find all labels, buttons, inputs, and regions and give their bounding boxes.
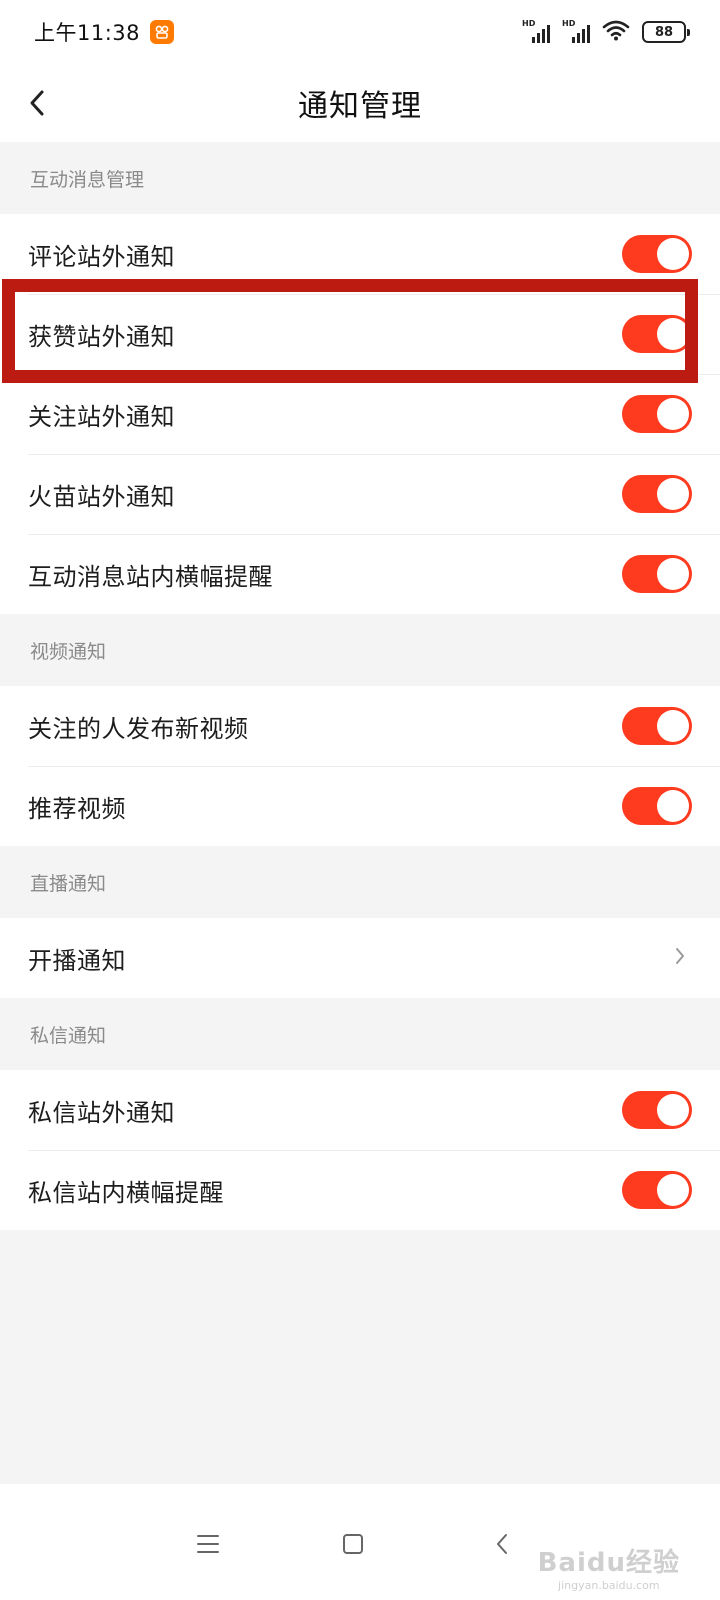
setting-label: 火苗站外通知 <box>28 482 175 511</box>
section-header-dm: 私信通知 <box>0 998 720 1070</box>
page-title: 通知管理 <box>298 89 422 124</box>
section-header-live: 直播通知 <box>0 846 720 918</box>
chevron-right-icon <box>674 946 686 970</box>
setting-label: 关注的人发布新视频 <box>28 714 249 743</box>
status-time: 上午11:38 <box>34 21 141 45</box>
toggle-knob <box>657 318 689 350</box>
cellular-signal-icon-2: HD <box>562 19 590 43</box>
setting-label: 私信站内横幅提醒 <box>28 1178 224 1207</box>
setting-row-live-start[interactable]: 开播通知 <box>0 918 720 998</box>
setting-label: 推荐视频 <box>28 794 126 823</box>
toggle-switch[interactable] <box>622 315 692 353</box>
back-button[interactable] <box>12 78 62 128</box>
setting-row-interaction-banner[interactable]: 互动消息站内横幅提醒 <box>0 534 720 614</box>
toggle-knob <box>657 238 689 270</box>
section-header-interaction: 互动消息管理 <box>0 142 720 214</box>
menu-icon <box>197 1535 219 1553</box>
toggle-switch[interactable] <box>622 707 692 745</box>
menu-button[interactable] <box>188 1524 228 1564</box>
watermark-logo: Baidu经验 <box>537 1548 680 1578</box>
toggle-switch[interactable] <box>622 475 692 513</box>
wifi-icon <box>602 19 630 45</box>
toggle-switch[interactable] <box>622 235 692 273</box>
section-header-video: 视频通知 <box>0 614 720 686</box>
toggle-knob <box>657 1094 689 1126</box>
battery-icon: 88 <box>642 21 690 43</box>
toggle-knob <box>657 478 689 510</box>
toggle-knob <box>657 790 689 822</box>
home-icon <box>343 1534 363 1554</box>
setting-row-spark-push[interactable]: 火苗站外通知 <box>0 454 720 534</box>
toggle-switch[interactable] <box>622 1171 692 1209</box>
system-navigation-bar: Baidu经验 jingyan.baidu.com <box>0 1484 720 1600</box>
setting-row-like-push[interactable]: 获赞站外通知 <box>0 294 720 374</box>
setting-row-follow-push[interactable]: 关注站外通知 <box>0 374 720 454</box>
setting-label: 关注站外通知 <box>28 402 175 431</box>
setting-row-followed-new-video[interactable]: 关注的人发布新视频 <box>0 686 720 766</box>
navigation-bar: 通知管理 <box>0 64 720 142</box>
toggle-knob <box>657 558 689 590</box>
back-nav-button[interactable] <box>482 1524 522 1564</box>
notification-settings-screen: 上午11:38 HD HD 88 通知管理 互动消息管理 评论站外通知 获赞站外… <box>0 0 720 1600</box>
setting-row-dm-banner[interactable]: 私信站内横幅提醒 <box>0 1150 720 1230</box>
toggle-switch[interactable] <box>622 1091 692 1129</box>
settings-list: 互动消息管理 评论站外通知 获赞站外通知 关注站外通知 火苗站外通知 互动消息站… <box>0 142 720 1230</box>
toggle-knob <box>657 398 689 430</box>
toggle-switch[interactable] <box>622 555 692 593</box>
setting-label: 获赞站外通知 <box>28 322 175 351</box>
status-bar: 上午11:38 HD HD 88 <box>0 0 720 64</box>
setting-label: 开播通知 <box>28 946 126 975</box>
setting-row-dm-push[interactable]: 私信站外通知 <box>0 1070 720 1150</box>
setting-row-recommended-video[interactable]: 推荐视频 <box>0 766 720 846</box>
toggle-knob <box>657 1174 689 1206</box>
toggle-switch[interactable] <box>622 395 692 433</box>
setting-label: 互动消息站内横幅提醒 <box>28 562 273 591</box>
app-notification-icon <box>150 20 175 44</box>
watermark-url: jingyan.baidu.com <box>558 1579 660 1592</box>
baidu-watermark: Baidu经验 jingyan.baidu.com <box>538 1542 680 1592</box>
setting-label: 评论站外通知 <box>28 242 175 271</box>
home-button[interactable] <box>333 1524 373 1564</box>
toggle-switch[interactable] <box>622 787 692 825</box>
back-nav-icon <box>497 1534 507 1554</box>
setting-label: 私信站外通知 <box>28 1098 175 1127</box>
cellular-signal-icon: HD <box>522 19 550 43</box>
setting-row-comment-push[interactable]: 评论站外通知 <box>0 214 720 294</box>
back-icon <box>30 90 44 116</box>
toggle-knob <box>657 710 689 742</box>
